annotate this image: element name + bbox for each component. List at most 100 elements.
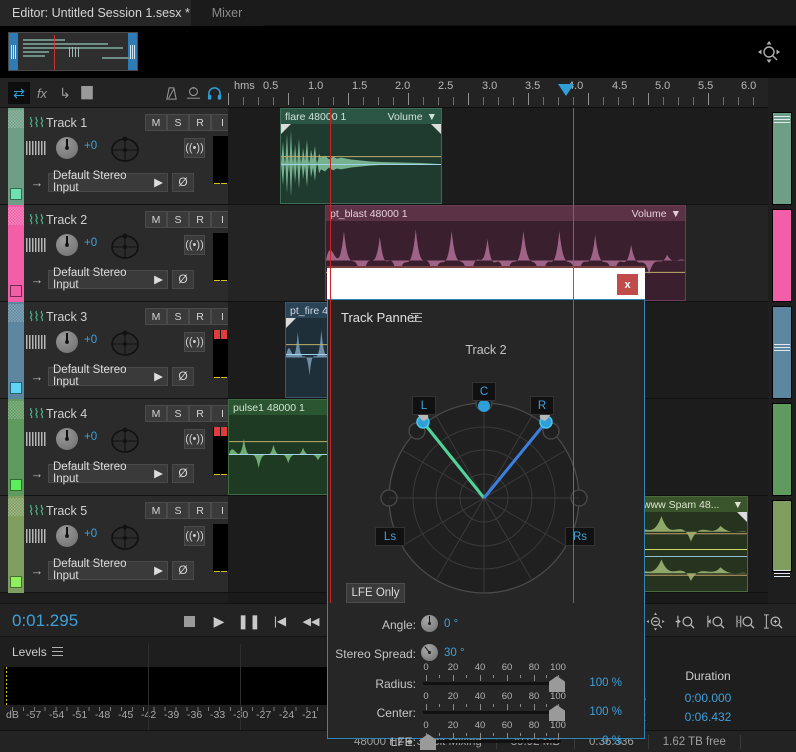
overview-track-2[interactable] <box>772 209 792 302</box>
input-select[interactable]: Default Stereo Input ▶ <box>48 558 168 582</box>
monitor-headphones-icon[interactable] <box>203 82 225 104</box>
volume-fader-icon[interactable] <box>26 335 46 349</box>
track-header[interactable]: ⌇⌇⌇ Track 2 M S R I +0 ((•)) → Default S… <box>0 205 228 302</box>
navigator-handle-right[interactable] <box>128 33 137 70</box>
speaker-right[interactable]: R <box>530 396 554 415</box>
input-monitor-button[interactable]: I <box>211 308 228 325</box>
overview-track-4[interactable] <box>772 403 792 496</box>
solo-button[interactable]: S <box>167 308 189 325</box>
sends-icon[interactable]: ↳ <box>54 82 76 104</box>
eq-icon[interactable]: ▐█▌ <box>75 82 97 104</box>
duration-end-value[interactable]: 0:06.432 <box>620 710 796 724</box>
track-color-swatch[interactable] <box>10 576 22 588</box>
volume-fader-icon[interactable] <box>26 529 46 543</box>
chevron-down-icon[interactable]: ▼ <box>733 499 743 511</box>
record-input-icon[interactable]: ((•)) <box>184 235 205 255</box>
zoom-out-full-icon[interactable] <box>642 611 668 631</box>
record-arm-button[interactable]: R <box>189 114 211 131</box>
effects-fx-icon[interactable]: fx <box>31 82 53 104</box>
track-panner-icon[interactable] <box>105 425 145 455</box>
track-header[interactable]: ⌇⌇⌇ Track 3 M S R I +0 ((•)) → Default S… <box>0 302 228 399</box>
phase-invert-icon[interactable]: Ø <box>172 366 194 386</box>
audio-clip[interactable]: flare 48000 1 Volume ▼ <box>280 108 442 204</box>
track-panner-icon[interactable] <box>105 134 145 164</box>
stop-button[interactable] <box>182 614 196 628</box>
chevron-down-icon[interactable]: ▼ <box>671 208 681 220</box>
audio-clip[interactable]: Ewww Spam 48... ▼ <box>631 496 748 592</box>
input-select[interactable]: Default Stereo Input ▶ <box>48 170 168 194</box>
input-select[interactable]: Default Stereo Input ▶ <box>48 364 168 388</box>
center-slider[interactable]: 0 20 40 60 80 100 <box>423 691 566 721</box>
zoom-in-right-icon[interactable] <box>702 612 728 630</box>
input-monitor-button[interactable]: I <box>211 211 228 228</box>
navigator-handle-left[interactable] <box>9 33 18 70</box>
solo-button[interactable]: S <box>167 502 189 519</box>
timeline-lane[interactable]: flare 48000 1 Volume ▼ <box>228 108 768 205</box>
duration-start-value[interactable]: 0:00.000 <box>620 691 796 705</box>
track-name-label[interactable]: Track 4 <box>46 407 87 421</box>
speaker-center[interactable]: C <box>472 382 496 401</box>
pause-button[interactable]: ❚❚ <box>237 613 260 629</box>
phase-invert-icon[interactable]: Ø <box>172 172 194 192</box>
overview-track-1[interactable] <box>772 112 792 205</box>
speaker-left[interactable]: L <box>412 396 436 415</box>
mute-button[interactable]: M <box>145 308 167 325</box>
chevron-down-icon[interactable]: ▼ <box>427 111 437 123</box>
tab-editor[interactable]: Editor: Untitled Session 1.sesx * <box>0 0 221 26</box>
phase-invert-icon[interactable]: Ø <box>172 560 194 580</box>
stereo-spread-knob[interactable] <box>421 644 438 661</box>
speaker-left-surround[interactable]: Ls <box>375 527 405 546</box>
mute-button[interactable]: M <box>145 114 167 131</box>
radius-slider[interactable]: 0 20 40 60 80 100 <box>423 662 566 692</box>
track-header[interactable]: ⌇⌇⌇ Track 4 M S R I +0 ((•)) → Default S… <box>0 399 228 496</box>
zoom-in-left-icon[interactable] <box>672 612 698 630</box>
track-name-label[interactable]: Track 1 <box>46 116 87 130</box>
record-arm-button[interactable]: R <box>189 502 211 519</box>
overview-track-3[interactable] <box>772 306 792 399</box>
track-panner-icon[interactable] <box>105 231 145 261</box>
record-input-icon[interactable]: ((•)) <box>184 138 205 158</box>
record-input-icon[interactable]: ((•)) <box>184 332 205 352</box>
input-select[interactable]: Default Stereo Input ▶ <box>48 267 168 291</box>
zoom-navigator-icon[interactable] <box>758 40 782 64</box>
solo-button[interactable]: S <box>167 405 189 422</box>
mute-button[interactable]: M <box>145 502 167 519</box>
input-monitor-button[interactable]: I <box>211 114 228 131</box>
record-input-icon[interactable]: ((•)) <box>184 429 205 449</box>
input-select[interactable]: Default Stereo Input ▶ <box>48 461 168 485</box>
record-arm-button[interactable]: R <box>189 308 211 325</box>
lfe-only-button[interactable]: LFE Only <box>346 583 405 603</box>
navigator-viewport[interactable] <box>8 32 138 71</box>
track-color-swatch[interactable] <box>10 479 22 491</box>
volume-knob[interactable] <box>56 428 78 450</box>
volume-fader-icon[interactable] <box>26 432 46 446</box>
stereo-spread-value[interactable]: 30 ° <box>444 647 465 659</box>
play-button[interactable]: ▶ <box>212 613 226 629</box>
timeline-ruler[interactable]: hms 0.5 1.0 1.5 2.0 2.5 3.0 3.5 4.0 4.5 … <box>228 78 768 108</box>
record-arm-button[interactable]: R <box>189 405 211 422</box>
close-icon[interactable]: x <box>617 274 638 295</box>
track-color-bar[interactable] <box>8 496 24 593</box>
zoom-vertical-icon[interactable] <box>760 612 786 630</box>
track-color-bar[interactable] <box>8 205 24 302</box>
volume-knob[interactable] <box>56 137 78 159</box>
solo-button[interactable]: S <box>167 114 189 131</box>
input-monitor-button[interactable]: I <box>211 405 228 422</box>
time-selection-icon[interactable] <box>182 82 204 104</box>
volume-knob[interactable] <box>56 331 78 353</box>
metronome-icon[interactable] <box>160 82 182 104</box>
tab-mixer[interactable]: Mixer <box>191 0 263 26</box>
volume-knob[interactable] <box>56 525 78 547</box>
mute-button[interactable]: M <box>145 211 167 228</box>
levels-panel-menu-icon[interactable] <box>52 647 63 656</box>
io-routing-icon[interactable]: ⇄ <box>8 82 30 104</box>
track-color-swatch[interactable] <box>10 382 22 394</box>
track-header[interactable]: ⌇⌇⌇ Track 1 M S R I +0 ((•)) → Default S… <box>0 108 228 205</box>
zoom-selection-icon[interactable] <box>732 612 758 630</box>
track-name-label[interactable]: Track 3 <box>46 310 87 324</box>
track-panner-icon[interactable] <box>105 522 145 552</box>
mute-button[interactable]: M <box>145 405 167 422</box>
track-color-swatch[interactable] <box>10 285 22 297</box>
angle-knob[interactable] <box>421 615 438 632</box>
track-name-label[interactable]: Track 2 <box>46 213 87 227</box>
